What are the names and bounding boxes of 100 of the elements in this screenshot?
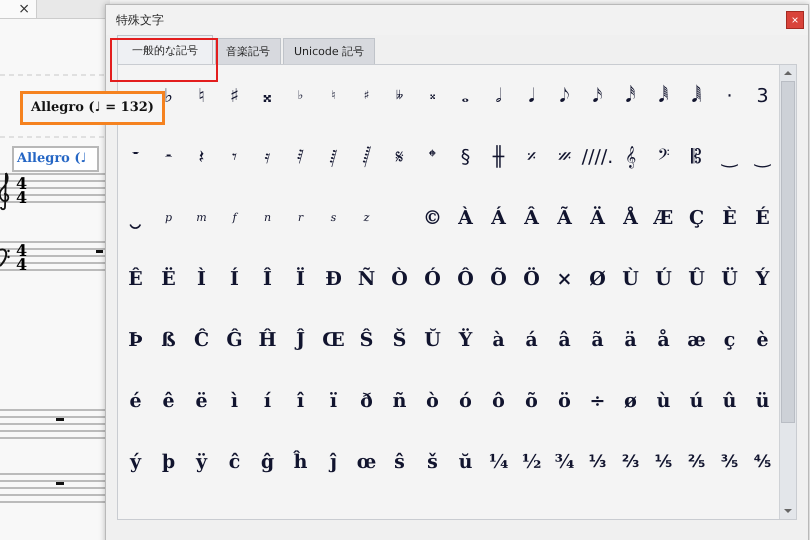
symbol-cell[interactable]: 𝄿 [264, 146, 270, 168]
symbol-cell[interactable]: æ [687, 330, 706, 350]
symbol-cell[interactable]: ½ [522, 452, 542, 472]
symbol-cell[interactable]: 𝄞 [625, 146, 636, 168]
symbol-cell[interactable]: ò [426, 390, 439, 412]
symbol-cell[interactable]: ĉ [228, 452, 240, 472]
symbol-cell[interactable]: ⅓ [588, 452, 606, 472]
symbol-cell[interactable]: ♭ [164, 86, 173, 106]
symbol-cell[interactable]: 𝅝 [462, 86, 470, 106]
symbol-cell[interactable]: ÿ [196, 452, 208, 472]
symbol-cell[interactable]: á [525, 330, 538, 350]
symbol-cell[interactable]: ü [756, 390, 770, 412]
symbol-cell[interactable]: ø [624, 390, 637, 412]
symbol-cell[interactable]: © [423, 208, 442, 228]
symbol-cell[interactable]: Œ [322, 330, 345, 350]
symbol-cell[interactable]: Ŝ [360, 330, 374, 350]
symbol-cell[interactable]: Ó [424, 268, 441, 290]
symbol-cell[interactable]: ////. [582, 146, 614, 168]
symbol-cell[interactable]: Ê [128, 268, 143, 290]
symbol-cell[interactable]: 𝅁 [330, 146, 338, 168]
symbol-cell[interactable]: m [196, 212, 207, 224]
symbol-cell[interactable]: Ì [197, 268, 206, 290]
symbol-cell[interactable]: z [364, 212, 370, 224]
symbol-cell[interactable]: Ü [721, 268, 738, 290]
symbol-cell[interactable]: 𝄫 [396, 89, 403, 103]
symbol-cell[interactable]: þ [162, 452, 176, 472]
symbol-cell[interactable]: Ç [688, 208, 704, 228]
symbol-cell[interactable]: ó [459, 390, 472, 412]
symbol-cell[interactable]: ù [656, 390, 670, 412]
symbol-cell[interactable]: Õ [490, 268, 507, 290]
symbol-cell[interactable]: Þ [128, 330, 143, 350]
symbol-cell[interactable]: s [330, 212, 336, 224]
tempo-marking[interactable]: Allegro (♩ [12, 146, 99, 172]
symbol-cell[interactable]: Ô [457, 268, 474, 290]
symbol-cell[interactable]: ♮ [198, 86, 205, 106]
symbol-cell[interactable]: ð [360, 390, 373, 412]
symbol-cell[interactable]: ¾ [554, 452, 574, 472]
symbol-cell[interactable]: n [264, 212, 272, 224]
symbol-cell[interactable]: Ë [161, 268, 176, 290]
symbol-cell[interactable]: 𝅘𝅥𝅱 [658, 86, 668, 106]
symbol-cell[interactable]: ã [591, 330, 604, 350]
symbol-cell[interactable]: 𝄋 [396, 146, 404, 168]
symbol-cell[interactable]: ñ [392, 390, 406, 412]
symbol-cell[interactable]: õ [525, 390, 538, 412]
symbol-cell[interactable]: î [296, 390, 304, 412]
symbol-cell[interactable]: × [556, 268, 572, 290]
symbol-cell[interactable]: è [756, 330, 769, 350]
symbol-cell[interactable]: Ò [391, 268, 408, 290]
symbol-cell[interactable]: Š [392, 330, 406, 350]
symbol-cell[interactable]: ï [330, 390, 338, 412]
symbol-cell[interactable]: ⅕ [654, 452, 672, 472]
scroll-up-icon[interactable] [784, 71, 792, 75]
symbol-cell[interactable]: ë [195, 390, 208, 412]
symbol-cell[interactable]: ⅗ [720, 452, 738, 472]
symbol-cell[interactable]: · [726, 86, 733, 106]
symbol-cell[interactable]: 𝅀 [297, 146, 304, 168]
symbol-cell[interactable]: í [264, 390, 272, 412]
symbol-cell[interactable]: 𝄻 [132, 146, 139, 168]
symbol-cell[interactable]: ¼ [488, 452, 508, 472]
symbol-cell[interactable]: ŭ [458, 452, 472, 472]
symbol-cell[interactable]: 𝅂 [362, 146, 370, 168]
symbol-cell[interactable]: Ŭ [424, 330, 441, 350]
symbol-cell[interactable]: Ï [296, 268, 305, 290]
symbol-cell[interactable]: ú [690, 390, 704, 412]
symbol-cell[interactable]: Â [524, 208, 539, 228]
symbol-cell[interactable]: Æ [654, 208, 674, 228]
scrollbar[interactable] [779, 65, 796, 519]
symbol-cell[interactable]: ‿ [722, 146, 738, 168]
symbol-cell[interactable]: ⅔ [622, 452, 640, 472]
symbol-cell[interactable]: f [232, 212, 237, 224]
symbol-cell[interactable]: É [755, 208, 770, 228]
symbol-cell[interactable]: œ [356, 452, 376, 472]
close-button[interactable]: × [786, 11, 804, 29]
symbol-cell[interactable]: 𝄏 [558, 146, 571, 168]
symbol-cell[interactable]: Ý [756, 268, 770, 290]
symbol-cell[interactable]: ĥ [294, 452, 308, 472]
symbol-cell[interactable]: ♮ [331, 89, 336, 103]
symbol-cell[interactable]: 𝅘𝅥𝅰 [626, 86, 636, 106]
symbol-cell[interactable]: ö [558, 390, 571, 412]
symbol-cell[interactable]: Û [688, 268, 705, 290]
symbol-cell[interactable]: ý [130, 452, 142, 472]
symbol-cell[interactable]: 𝄼 [165, 146, 172, 168]
symbol-cell[interactable]: Ñ [358, 268, 376, 290]
symbol-cell[interactable]: ⅘ [754, 452, 772, 472]
symbol-cell[interactable]: Ö [523, 268, 540, 290]
symbol-cell[interactable]: Î [263, 268, 272, 290]
symbol-cell[interactable]: â [558, 330, 571, 350]
symbol-cell[interactable]: à [492, 330, 505, 350]
symbol-cell[interactable]: 𝅘𝅥𝅲 [692, 86, 702, 106]
tab[interactable]: Unicode 記号 [283, 38, 376, 64]
symbol-cell[interactable]: ‿ [754, 146, 770, 168]
symbol-cell[interactable]: ♯ [364, 89, 370, 103]
symbol-cell[interactable]: 𝄌 [429, 146, 436, 168]
symbol-cell[interactable]: ì [230, 390, 238, 412]
symbol-cell[interactable]: ♭ [298, 89, 304, 103]
symbol-cell[interactable]: Ø [589, 268, 606, 290]
symbol-cell[interactable]: 𝄾 [232, 146, 237, 168]
symbol-cell[interactable]: Ĥ [258, 330, 276, 350]
symbol-cell[interactable]: p [164, 212, 172, 224]
symbol-cell[interactable]: 𝄪 [430, 89, 435, 103]
